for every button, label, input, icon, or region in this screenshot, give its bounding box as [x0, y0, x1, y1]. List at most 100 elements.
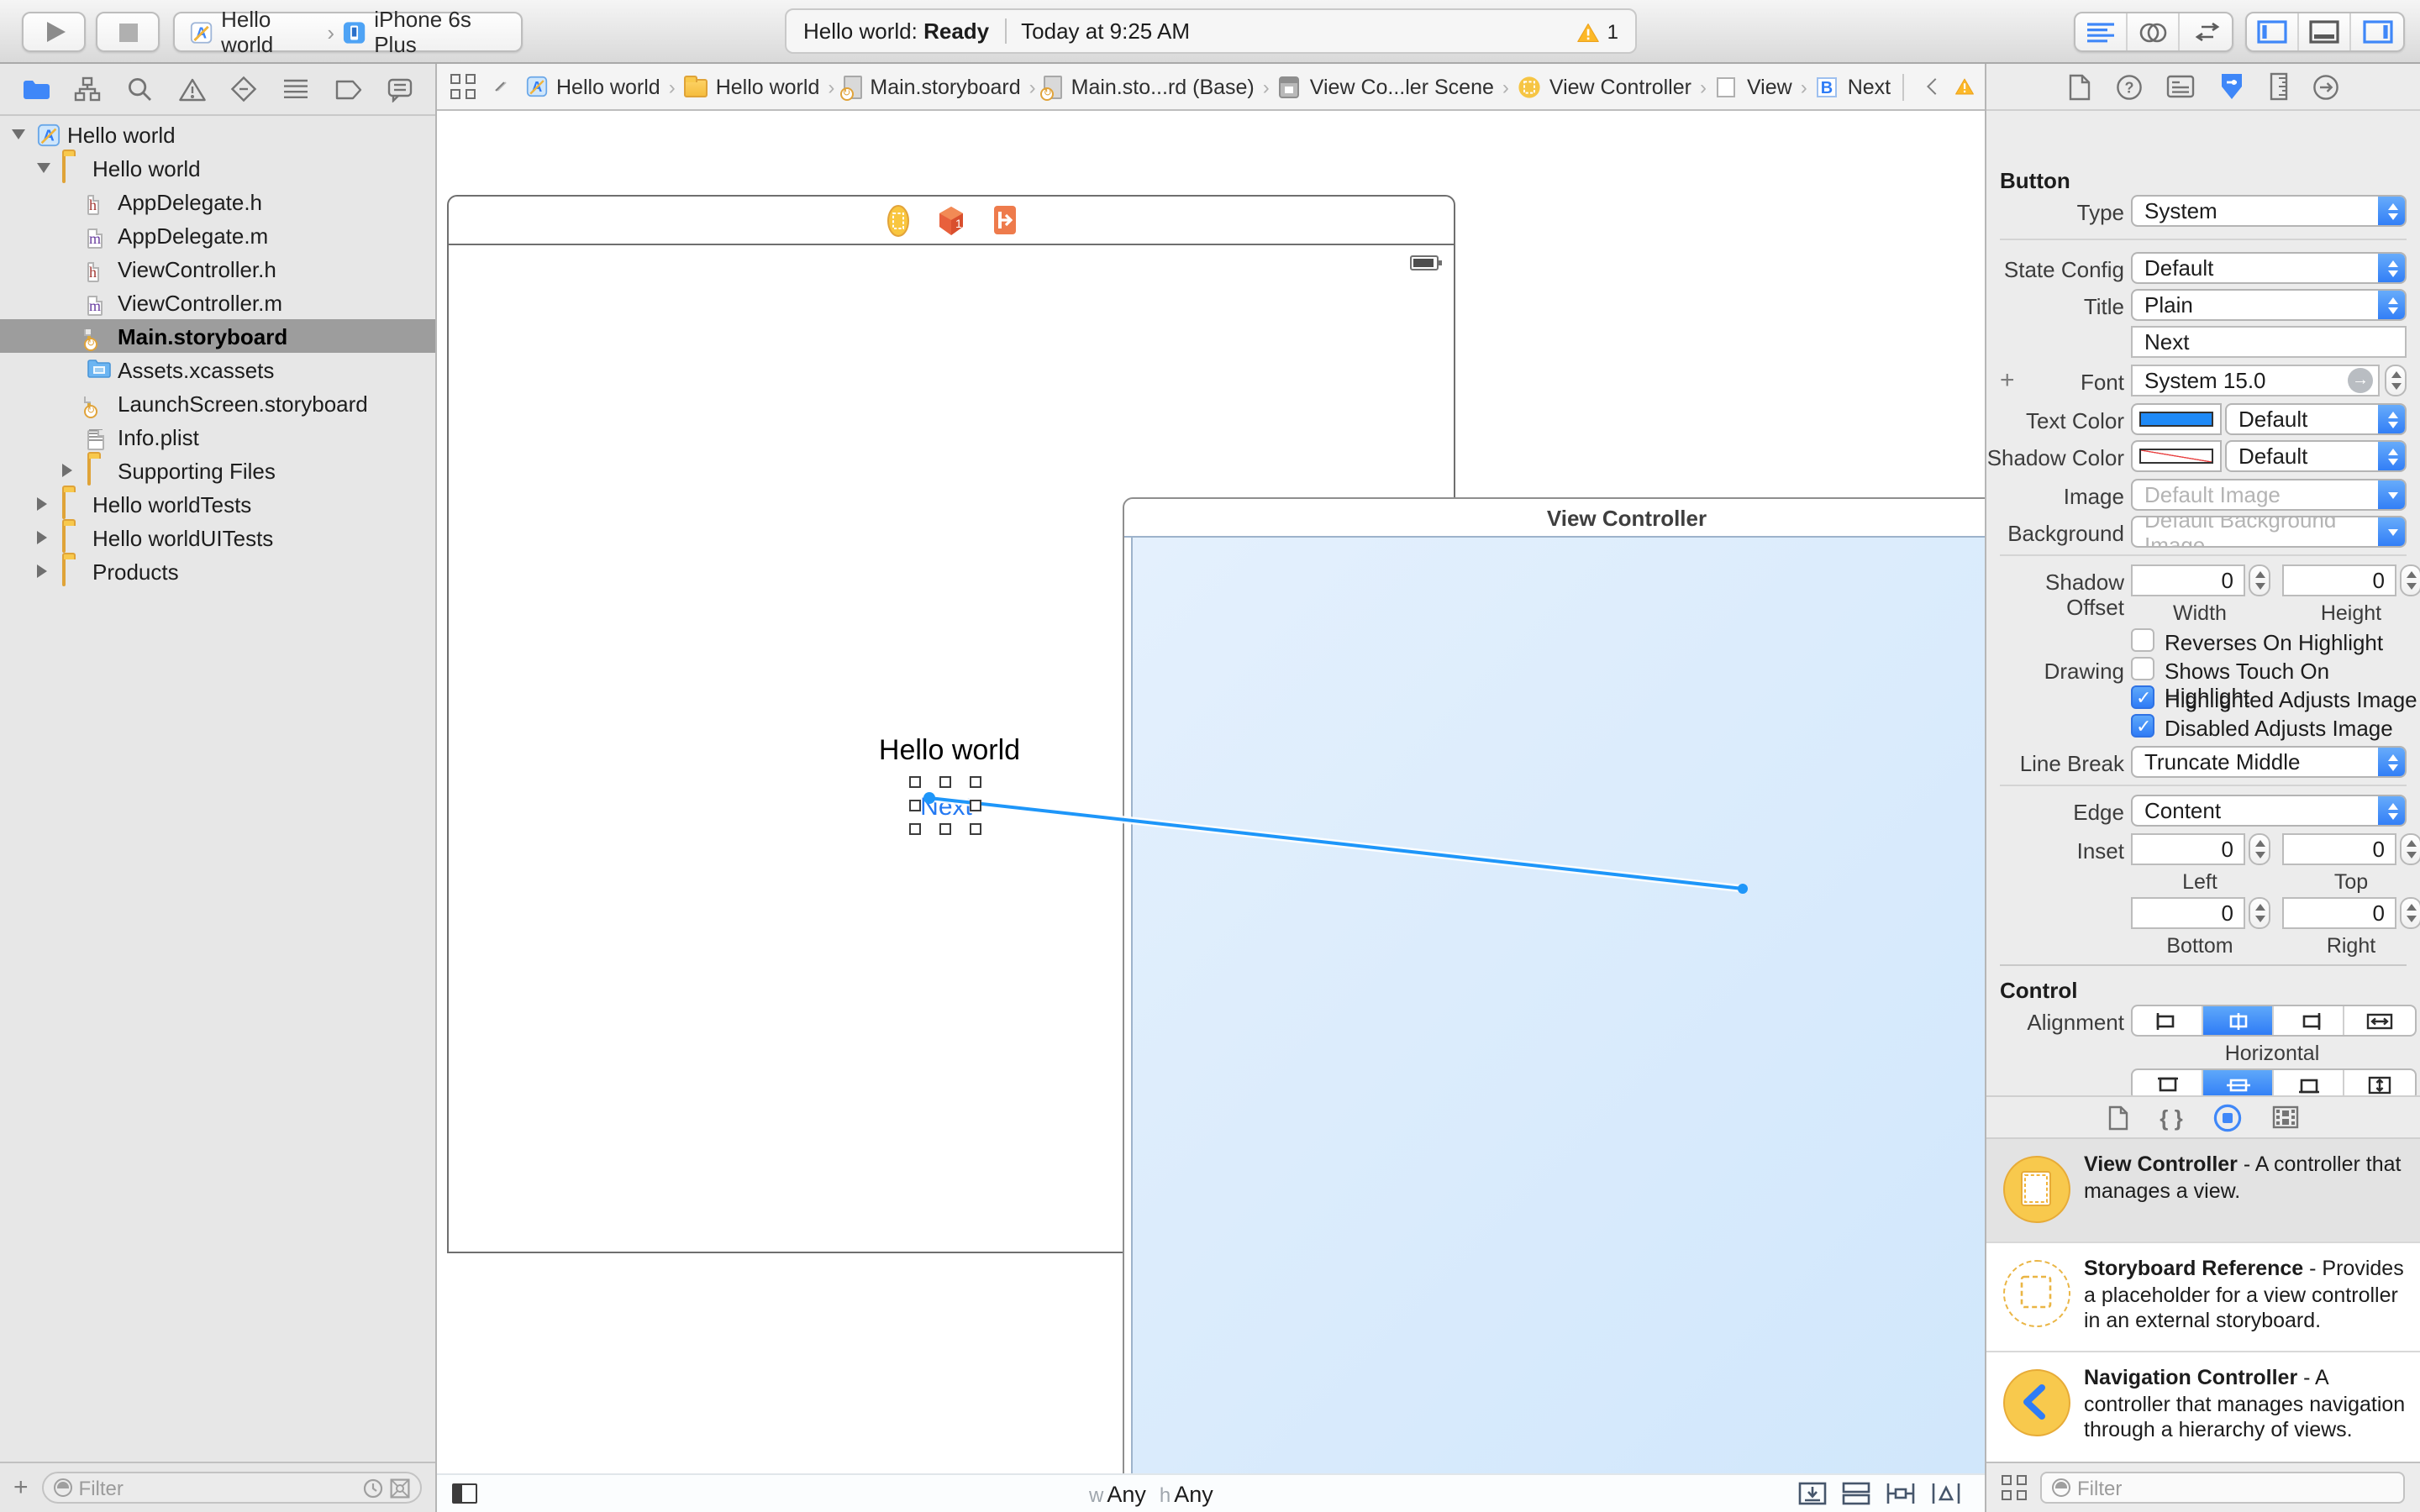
tree-row[interactable]: h ViewController.h	[0, 252, 435, 286]
disclosure-open-icon[interactable]	[37, 163, 50, 173]
horizontal-alignment-control[interactable]	[2131, 1005, 2417, 1037]
code-snippet-library-tab[interactable]: { }	[2160, 1105, 2182, 1130]
jumpbar-segment[interactable]: View Co...ler Scene	[1278, 75, 1494, 98]
first-responder-icon[interactable]: 1	[935, 204, 965, 236]
selection-handle[interactable]	[909, 823, 921, 835]
file-inspector-tab[interactable]	[2067, 73, 2092, 100]
shows-touch-checkbox[interactable]	[2131, 657, 2154, 680]
jumpbar-segment[interactable]: ↻ Main.storyboard	[843, 75, 1020, 98]
symbol-navigator-tab[interactable]	[72, 74, 103, 104]
line-break-popup[interactable]: Truncate Middle	[2131, 746, 2407, 778]
jumpbar-segment-current[interactable]: B Next	[1816, 75, 1891, 98]
highlighted-adjusts-checkbox[interactable]	[2131, 685, 2154, 709]
type-popup[interactable]: System	[2131, 195, 2407, 227]
activity-viewer[interactable]: Hello world: Ready Today at 9:25 AM 1	[785, 8, 1637, 54]
selection-handle[interactable]	[909, 776, 921, 788]
button-title-field[interactable]: Next	[2131, 326, 2407, 358]
jumpbar-segment[interactable]: View Controller	[1518, 75, 1691, 98]
inset-right-stepper[interactable]	[2400, 897, 2420, 929]
tree-row[interactable]: Products	[0, 554, 435, 588]
scm-status-icon[interactable]	[390, 1478, 410, 1498]
size-class-control[interactable]: w Any h Any	[1089, 1481, 1223, 1506]
toggle-utilities-button[interactable]	[2351, 13, 2403, 50]
add-button[interactable]: +	[13, 1473, 29, 1502]
font-picker-button[interactable]	[2348, 368, 2373, 393]
destination-view[interactable]	[1131, 538, 1985, 1473]
shadow-height-stepper[interactable]	[2400, 564, 2420, 596]
version-editor-button[interactable]	[2180, 13, 2232, 50]
grid-view-icon[interactable]	[2002, 1475, 2027, 1500]
vertical-alignment-control[interactable]	[2131, 1068, 2417, 1095]
tree-row[interactable]: m AppDelegate.m	[0, 218, 435, 252]
align-h-right-segment[interactable]	[2274, 1006, 2344, 1035]
library-item-storyboard-reference[interactable]: Storyboard Reference - Provides a placeh…	[1986, 1243, 2420, 1352]
selection-handle[interactable]	[909, 800, 921, 811]
tree-row[interactable]: Hello world	[0, 151, 435, 185]
search-navigator-tab[interactable]	[124, 74, 155, 104]
stack-embed-icon[interactable]	[1842, 1482, 1870, 1505]
disclosure-open-icon[interactable]	[12, 129, 25, 139]
assistant-editor-button[interactable]	[2128, 13, 2180, 50]
font-field[interactable]: System 15.0	[2131, 365, 2380, 396]
inset-left-stepper[interactable]	[2249, 833, 2270, 865]
align-v-bottom-segment[interactable]	[2274, 1070, 2344, 1095]
hello-world-label[interactable]: Hello world	[857, 734, 1042, 768]
tree-row[interactable]: Hello worldUITests	[0, 521, 435, 554]
jumpbar-segment[interactable]: A Hello world	[526, 75, 660, 98]
update-frames-icon[interactable]	[1798, 1482, 1827, 1505]
selection-handle[interactable]	[970, 823, 981, 835]
test-navigator-tab[interactable]	[229, 74, 259, 104]
tree-row[interactable]: Supporting Files	[0, 454, 435, 487]
view-controller-dock-icon[interactable]	[886, 204, 908, 236]
navigator-filter-field[interactable]: Filter	[42, 1472, 422, 1504]
tree-row[interactable]: Assets.xcassets	[0, 353, 435, 386]
align-v-center-segment[interactable]	[2203, 1070, 2274, 1095]
library-filter-field[interactable]: Filter	[2040, 1472, 2405, 1504]
shadow-color-well[interactable]	[2131, 440, 2222, 472]
jumpbar-segment[interactable]: Hello world	[684, 75, 820, 98]
text-color-well[interactable]	[2131, 403, 2222, 435]
debug-navigator-tab[interactable]	[281, 74, 311, 104]
align-v-top-segment[interactable]	[2133, 1070, 2203, 1095]
file-template-library-tab[interactable]	[2107, 1105, 2129, 1130]
tree-row[interactable]: Hello worldTests	[0, 487, 435, 521]
background-combo[interactable]: Default Background Image	[2131, 516, 2407, 548]
library-item-view-controller[interactable]: View Controller - A controller that mana…	[1986, 1139, 2420, 1243]
breakpoint-navigator-tab[interactable]	[333, 74, 363, 104]
align-h-fill-segment[interactable]	[2344, 1006, 2415, 1035]
jumpbar-segment[interactable]: ↻ Main.sto...rd (Base)	[1044, 75, 1255, 98]
toggle-debug-area-button[interactable]	[2299, 13, 2351, 50]
shadow-color-popup[interactable]: Default	[2225, 440, 2407, 472]
selection-handle[interactable]	[939, 823, 951, 835]
size-inspector-tab[interactable]	[2269, 72, 2289, 101]
library-item-navigation-controller[interactable]: Navigation Controller - A controller tha…	[1986, 1352, 2420, 1462]
inset-top-stepper[interactable]	[2400, 833, 2420, 865]
align-h-left-segment[interactable]	[2133, 1006, 2203, 1035]
document-outline-toggle[interactable]	[452, 1483, 477, 1504]
tree-row[interactable]: h AppDelegate.h	[0, 185, 435, 218]
pin-constraints-icon[interactable]	[1886, 1482, 1916, 1505]
image-combo[interactable]: Default Image	[2131, 479, 2407, 511]
align-h-center-segment[interactable]	[2203, 1006, 2274, 1035]
attributes-inspector-tab-selected[interactable]	[2218, 72, 2245, 101]
shadow-width-stepper[interactable]	[2249, 564, 2270, 596]
resolve-autolayout-icon[interactable]	[1931, 1482, 1961, 1505]
inset-bottom-field[interactable]: 0	[2131, 897, 2245, 929]
report-navigator-tab[interactable]	[385, 74, 415, 104]
tree-row[interactable]: Info.plist	[0, 420, 435, 454]
recents-clock-icon[interactable]	[363, 1478, 383, 1498]
disclosure-closed-icon[interactable]	[37, 497, 47, 511]
previous-issue-button[interactable]	[1927, 78, 1944, 95]
inset-right-field[interactable]: 0	[2282, 897, 2396, 929]
scheme-selector[interactable]: A Hello world › iPhone 6s Plus	[173, 12, 523, 52]
selection-handle[interactable]	[970, 776, 981, 788]
run-button[interactable]	[22, 12, 86, 52]
inset-top-field[interactable]: 0	[2282, 833, 2396, 865]
tree-row[interactable]: A Hello world	[0, 118, 435, 151]
inset-left-field[interactable]: 0	[2131, 833, 2245, 865]
stop-button[interactable]	[96, 12, 160, 52]
disabled-adjusts-checkbox[interactable]	[2131, 714, 2154, 738]
identity-inspector-tab[interactable]	[2166, 74, 2195, 99]
warning-icon[interactable]	[1577, 21, 1601, 41]
project-navigator-tab[interactable]	[20, 74, 50, 104]
